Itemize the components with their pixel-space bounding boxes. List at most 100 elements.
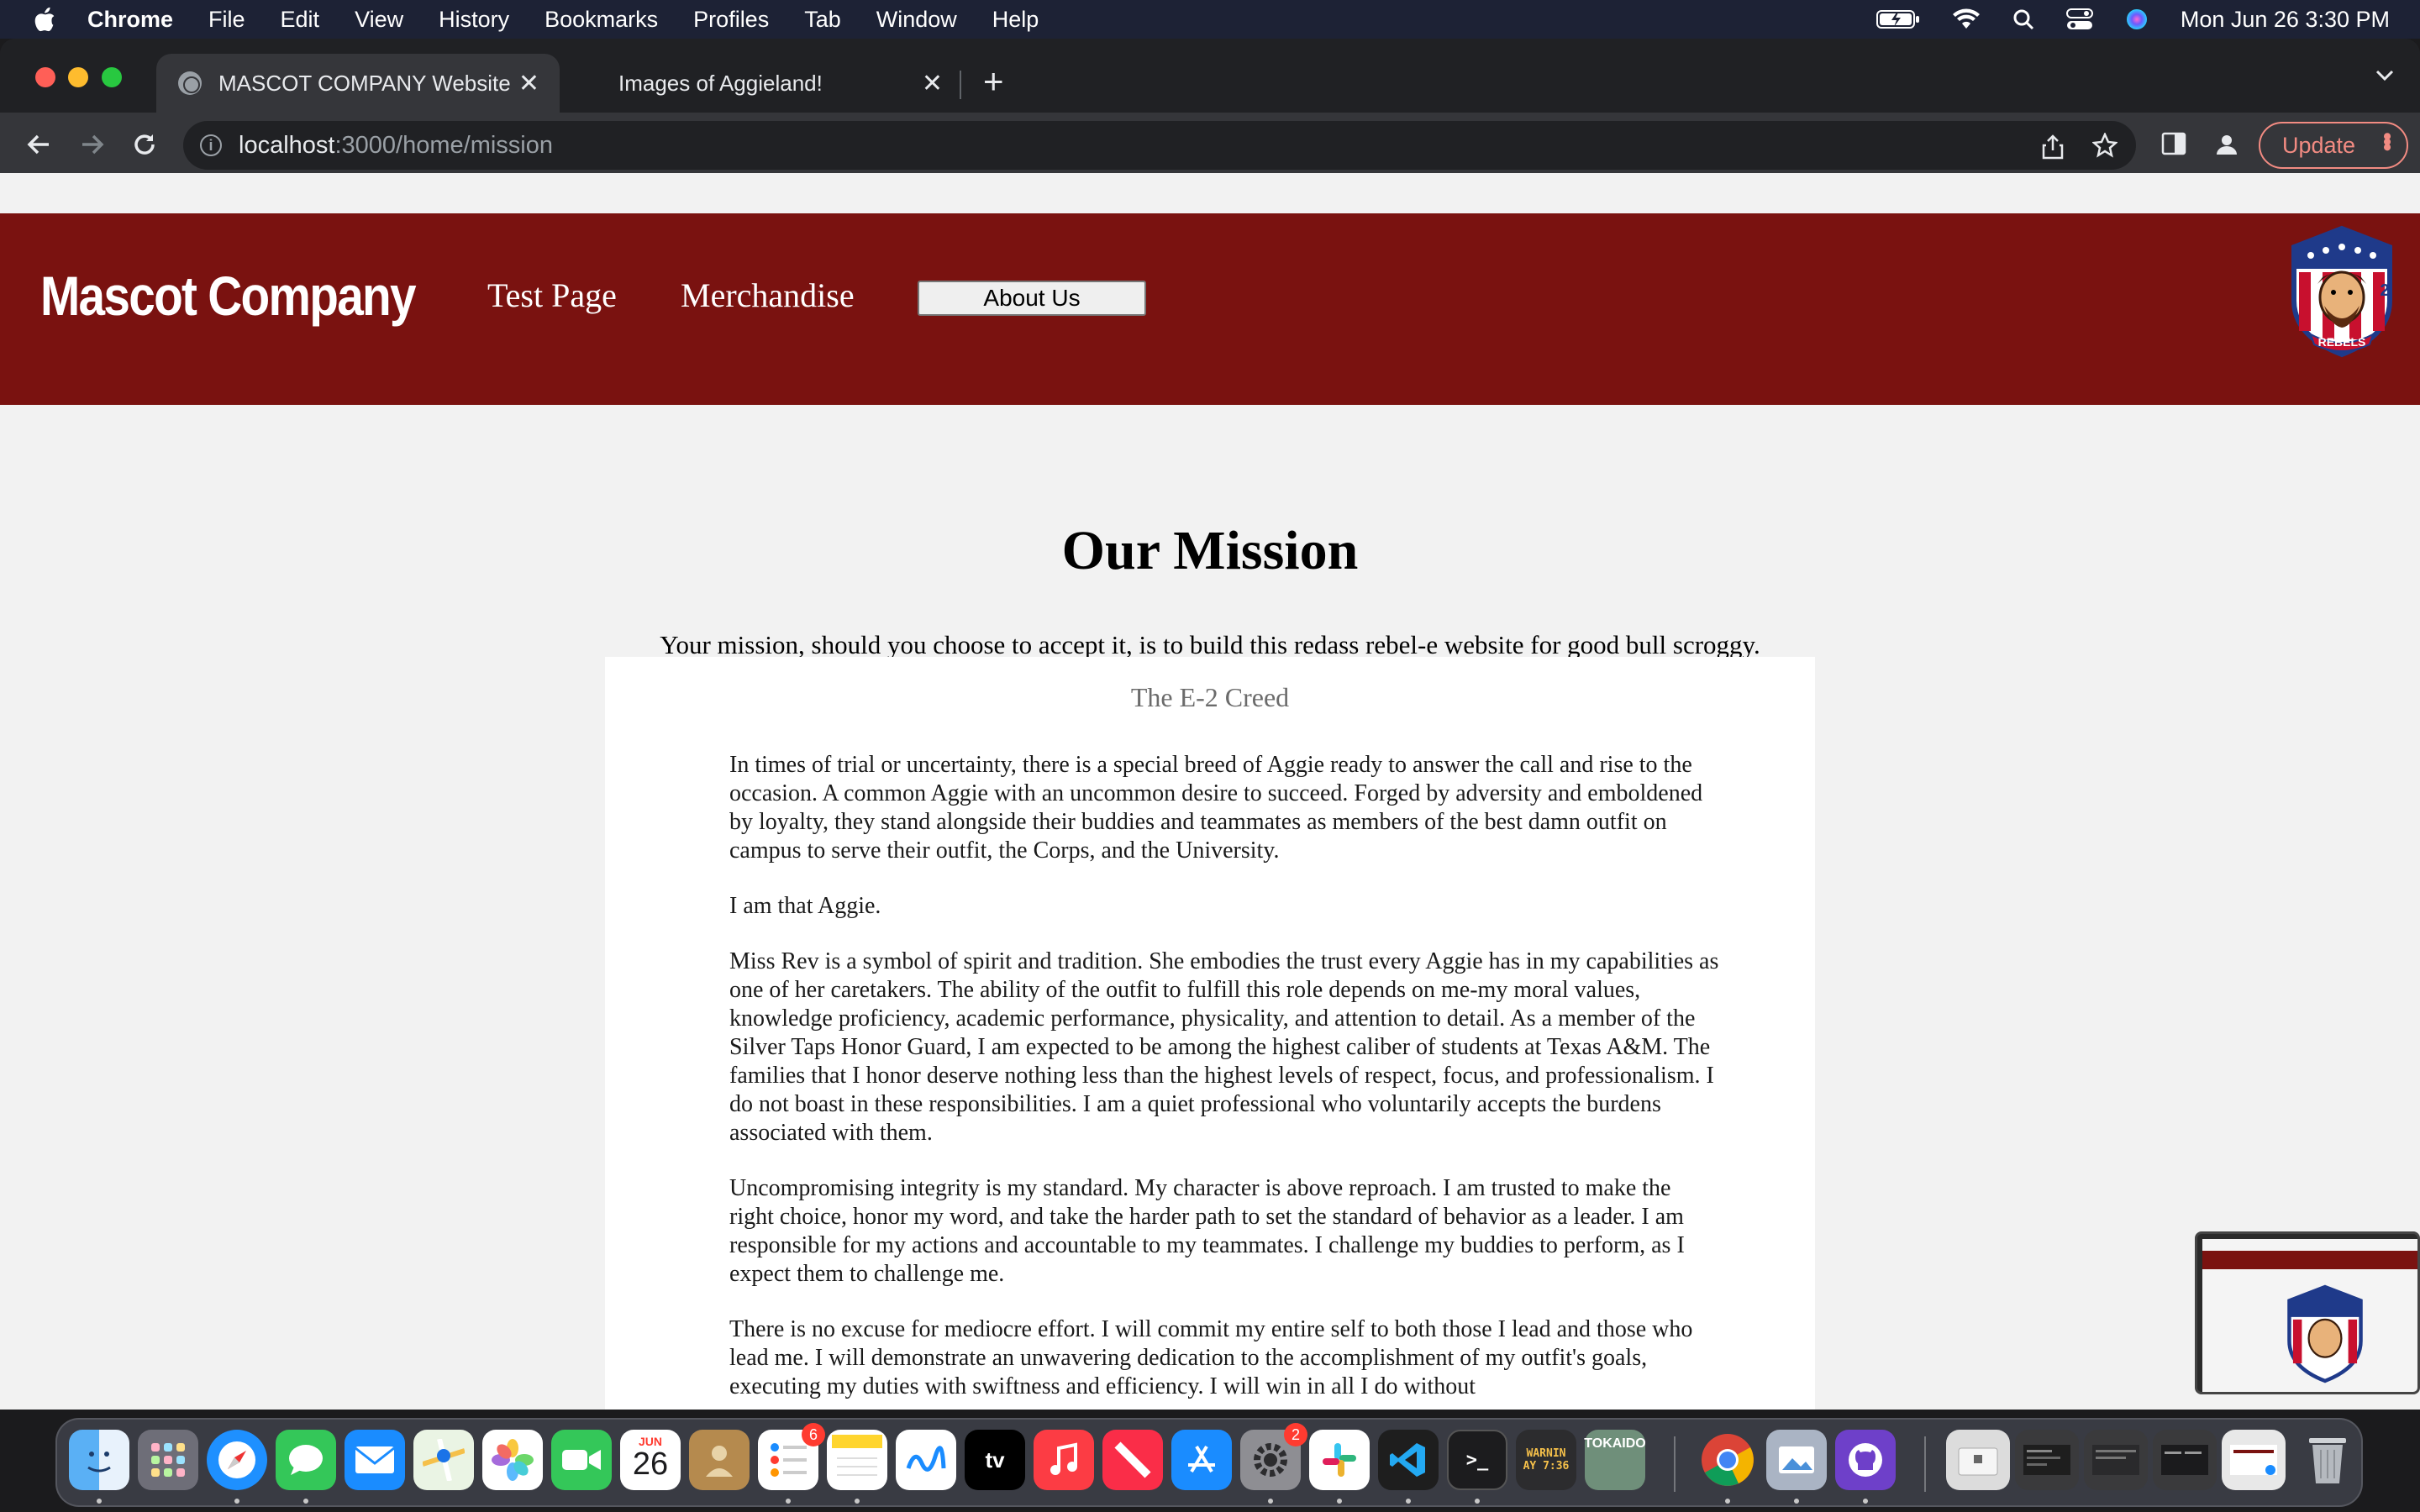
browser-window: MASCOT COMPANY Website ✕ Images of Aggie…: [0, 39, 2420, 1410]
dock-running-dot: [1725, 1499, 1730, 1504]
window-close-button[interactable]: [35, 67, 55, 87]
dock-running-dot: [1475, 1499, 1480, 1504]
creed-title: The E-2 Creed: [1130, 682, 1290, 712]
github-desktop-icon[interactable]: [1835, 1430, 1896, 1490]
preview-icon[interactable]: [1766, 1430, 1827, 1490]
siri-icon[interactable]: [2125, 8, 2149, 31]
facetime-camera-icon[interactable]: [551, 1430, 612, 1490]
calendar-day: 26: [632, 1446, 669, 1482]
system-settings-gear-icon[interactable]: 2: [1240, 1423, 1307, 1490]
tab-close-icon[interactable]: ✕: [922, 69, 943, 98]
menu-help[interactable]: Help: [992, 7, 1039, 33]
terminal-icon[interactable]: >_: [1447, 1430, 1507, 1490]
menu-file[interactable]: File: [208, 7, 245, 33]
menu-profiles[interactable]: Profiles: [693, 7, 769, 33]
nav-test-page[interactable]: Test Page: [487, 276, 617, 315]
thumbnail-logo-icon: [2287, 1284, 2363, 1383]
mail-envelope-icon[interactable]: [345, 1430, 405, 1490]
tab-close-icon[interactable]: ✕: [518, 69, 539, 98]
dock-running-dot: [786, 1499, 791, 1504]
more-menu-kebab-icon[interactable]: •••: [2373, 132, 2401, 149]
dock-running-dot: [234, 1499, 239, 1504]
downloads-folder-icon[interactable]: [1946, 1430, 2010, 1490]
menu-tab[interactable]: Tab: [804, 7, 841, 33]
update-label: Update: [2282, 132, 2356, 158]
tab-images-of-aggieland[interactable]: Images of Aggieland! ✕: [576, 54, 963, 113]
url-host: localhost: [239, 131, 335, 159]
wifi-icon[interactable]: [1952, 8, 1981, 30]
recent-window-thumbnail[interactable]: [2015, 1430, 2079, 1490]
menu-bar-clock[interactable]: Mon Jun 26 3:30 PM: [2181, 7, 2390, 33]
trash-icon[interactable]: [2297, 1430, 2358, 1490]
browser-toolbar: i localhost:3000/home/mission Update •••: [0, 113, 2420, 178]
menu-edit[interactable]: Edit: [281, 7, 320, 33]
freeform-icon[interactable]: [896, 1430, 956, 1490]
notes-icon[interactable]: [827, 1430, 887, 1490]
messages-icon[interactable]: [276, 1430, 336, 1490]
slack-icon[interactable]: [1309, 1430, 1370, 1490]
new-tab-plus-icon[interactable]: +: [983, 64, 1004, 99]
side-panel-icon[interactable]: [2161, 131, 2186, 156]
macos-menu-bar: Chrome File Edit View History Bookmarks …: [0, 0, 2420, 39]
tab-search-chevron-down-icon[interactable]: [2375, 69, 2395, 82]
calendar-icon[interactable]: JUN 26: [620, 1430, 681, 1490]
tokaido-icon[interactable]: TOKAIDO: [1584, 1430, 1646, 1490]
logo-text: REBELS: [2318, 335, 2366, 349]
dock-running-dot: [97, 1499, 102, 1504]
dock-separator: [1674, 1436, 1676, 1492]
launchpad-icon[interactable]: [138, 1430, 198, 1490]
menu-app-name[interactable]: Chrome: [87, 7, 173, 33]
tab-strip: MASCOT COMPANY Website ✕ Images of Aggie…: [0, 39, 2420, 113]
app-store-icon[interactable]: [1171, 1430, 1232, 1490]
profile-avatar-icon[interactable]: [2213, 131, 2240, 158]
dock-separator: [1924, 1436, 1926, 1492]
news-icon[interactable]: [1102, 1430, 1163, 1490]
recent-window-thumbnail[interactable]: [2222, 1430, 2286, 1490]
window-zoom-button[interactable]: [102, 67, 122, 87]
music-note-icon[interactable]: [1034, 1430, 1094, 1490]
globe-icon: [178, 71, 202, 95]
about-us-button[interactable]: About Us: [918, 281, 1146, 316]
apple-logo-icon[interactable]: [32, 6, 57, 33]
address-bar[interactable]: i localhost:3000/home/mission: [183, 121, 2136, 170]
apple-tv-icon[interactable]: tv: [965, 1430, 1025, 1490]
maps-icon[interactable]: [413, 1430, 474, 1490]
site-info-icon[interactable]: i: [200, 134, 222, 156]
rebels-mascot-logo: REBELS 2: [2291, 225, 2392, 358]
thumbnail-header: [2202, 1251, 2417, 1269]
photos-icon[interactable]: [482, 1430, 543, 1490]
console-icon[interactable]: WARNIN AY 7:36: [1516, 1430, 1576, 1490]
spotlight-search-icon[interactable]: [2012, 8, 2034, 30]
window-minimize-button[interactable]: [68, 67, 88, 87]
menu-bookmarks[interactable]: Bookmarks: [544, 7, 658, 33]
logo-number: 2: [2380, 281, 2389, 300]
chrome-update-button[interactable]: Update •••: [2259, 122, 2408, 169]
menu-view[interactable]: View: [355, 7, 403, 33]
screenshot-thumbnail-preview[interactable]: [2195, 1231, 2420, 1394]
contacts-icon[interactable]: [689, 1430, 750, 1490]
google-chrome-icon[interactable]: [1697, 1430, 1758, 1490]
bookmark-star-icon[interactable]: [2092, 133, 2118, 158]
dock-running-dot: [1794, 1499, 1799, 1504]
share-icon[interactable]: [2042, 134, 2064, 160]
creed-paragraph: Miss Rev is a symbol of spirit and tradi…: [729, 948, 1719, 1146]
dock-running-dot: [1863, 1499, 1868, 1504]
recent-window-thumbnail[interactable]: [2153, 1430, 2217, 1490]
creed-paragraph: In times of trial or uncertainty, there …: [729, 752, 1703, 864]
recent-window-thumbnail[interactable]: [2084, 1430, 2148, 1490]
nav-merchandise[interactable]: Merchandise: [681, 276, 855, 315]
battery-icon[interactable]: [1876, 9, 1920, 29]
reminders-icon[interactable]: 6: [758, 1423, 825, 1490]
back-arrow-icon[interactable]: [24, 129, 54, 160]
safari-compass-icon[interactable]: [207, 1430, 267, 1490]
reload-icon[interactable]: [129, 129, 160, 160]
menu-history[interactable]: History: [439, 7, 509, 33]
vscode-icon[interactable]: [1378, 1430, 1439, 1490]
mission-heading: Our Mission: [1061, 520, 1359, 581]
finder-icon[interactable]: [69, 1430, 129, 1490]
menu-window[interactable]: Window: [876, 7, 957, 33]
tab-mascot-company[interactable]: MASCOT COMPANY Website ✕: [156, 54, 560, 113]
control-center-icon[interactable]: [2065, 8, 2093, 31]
site-brand[interactable]: Mascot Company: [40, 264, 417, 328]
forward-arrow-icon[interactable]: [77, 129, 108, 160]
